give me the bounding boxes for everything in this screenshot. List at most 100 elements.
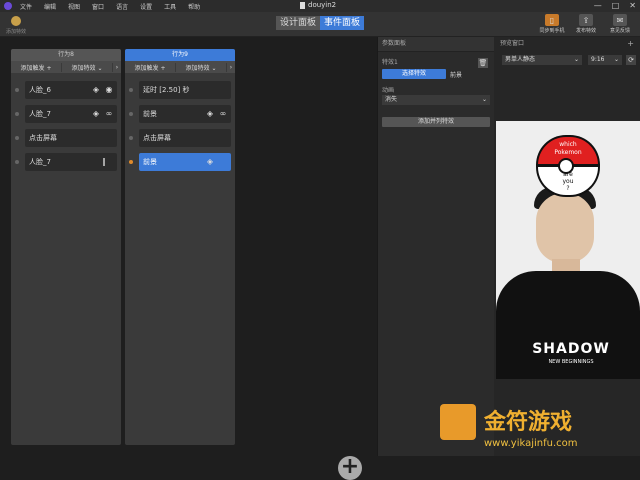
event-block[interactable]: 人脸_7 ◈ ∞	[15, 105, 117, 123]
connector-dot	[15, 160, 19, 164]
eye-icon[interactable]: ◈	[91, 109, 101, 119]
chosen-effect-value: 前景	[450, 72, 463, 79]
connector-dot	[15, 112, 19, 116]
event-block[interactable]: 人脸_6 ◈ ◉	[15, 81, 117, 99]
add-effect-dropdown[interactable]: 添加特效 ⌄	[176, 62, 227, 72]
connector-dot	[129, 136, 133, 140]
menu-help[interactable]: 帮助	[188, 2, 200, 11]
chevron-down-icon: ⌄	[481, 96, 487, 103]
menu-edit[interactable]: 编辑	[44, 2, 56, 11]
event-block[interactable]: 延时 [2.50] 秒	[129, 81, 231, 99]
publish-effect-button[interactable]: ⇪ 发布特效	[572, 14, 600, 34]
panel-tabs: 设计面板 事件面板	[276, 16, 365, 30]
pokeball-text: which	[559, 141, 577, 148]
watermark-logo-icon	[440, 404, 476, 440]
block-label: 延时 [2.50] 秒	[143, 86, 190, 94]
model-value: 男单人静态	[505, 56, 536, 63]
pokeball-text: you	[562, 178, 574, 185]
add-effect-button[interactable]: 添加特效	[6, 14, 26, 35]
event-canvas: 行为8 添加触发 + 添加特效 ⌄ › 人脸_6 ◈ ◉ 人脸_7 ◈ ∞ 点击…	[0, 37, 376, 480]
phone-icon: ▯	[545, 14, 559, 26]
connector-dot	[129, 160, 133, 164]
preview-image: SHADOW NEW BEGINNINGS which Pokemon are …	[496, 121, 640, 379]
add-behavior-button[interactable]: +	[338, 456, 362, 480]
preview-title: 预览窗口	[500, 40, 525, 47]
link-icon[interactable]: ∞	[104, 109, 114, 119]
parameter-panel-title: 参数面板	[378, 37, 494, 52]
chevron-down-icon: ⌄	[613, 56, 619, 63]
shirt-subtext: NEW BEGINNINGS	[548, 359, 594, 365]
sync-label: 同步到手机	[539, 28, 565, 34]
menu-bar: 文件 编辑 视图 窗口 语言 设置 工具 帮助 douyin2 — □ ✕	[0, 0, 640, 12]
minimize-button[interactable]: —	[594, 1, 602, 10]
sync-to-phone-button[interactable]: ▯ 同步到手机	[538, 14, 566, 34]
animation-value: 消失	[385, 96, 398, 103]
event-block[interactable]: 点击屏幕	[129, 129, 231, 147]
block-label: 点击屏幕	[29, 134, 57, 142]
feedback-button[interactable]: ✉ 意见反馈	[606, 14, 634, 34]
event-block[interactable]: 人脸_7 ‖	[15, 153, 117, 171]
animation-select[interactable]: 消失 ⌄	[382, 95, 490, 105]
add-trigger-button[interactable]: 添加触发 +	[125, 62, 176, 72]
column-header: 行为9	[125, 49, 235, 61]
shirt-text: SHADOW	[532, 341, 610, 357]
pokeball-text: Pokemon	[554, 149, 582, 156]
connector-dot	[15, 88, 19, 92]
eye-icon[interactable]: ◈	[91, 85, 101, 95]
connector-dot	[129, 88, 133, 92]
feedback-icon: ✉	[613, 14, 627, 26]
ratio-select[interactable]: 9:16 ⌄	[588, 55, 622, 65]
connector-dot	[129, 112, 133, 116]
add-parallel-effect-button[interactable]: 添加并列特效	[382, 117, 490, 127]
add-effect-dropdown[interactable]: 添加特效 ⌄	[62, 62, 113, 72]
effect-label: 特效1	[382, 59, 398, 66]
publish-label: 发布特效	[575, 28, 596, 34]
document-icon	[300, 1, 305, 9]
more-icon[interactable]: ›	[227, 64, 235, 71]
add-icon[interactable]: +	[627, 39, 634, 48]
block-label: 点击屏幕	[143, 134, 171, 142]
pause-icon[interactable]: ‖	[99, 157, 109, 167]
window-title-text: douyin2	[308, 1, 337, 9]
behavior-column-9[interactable]: 行为9 添加触发 + 添加特效 ⌄ › 延时 [2.50] 秒 前景 ◈ ∞ 点…	[125, 49, 235, 445]
add-trigger-button[interactable]: 添加触发 +	[11, 62, 62, 72]
target-icon[interactable]: ◉	[104, 85, 114, 95]
block-label: 前景	[143, 158, 157, 166]
close-button[interactable]: ✕	[629, 1, 636, 10]
toolbar: 添加特效 设计面板 事件面板 ▯ 同步到手机 ⇪ 发布特效 ✉ 意见反馈	[0, 12, 640, 37]
effect-icon	[11, 16, 21, 26]
trash-icon[interactable]: 🗑	[478, 58, 488, 68]
preview-panel: 预览窗口 + 男单人静态 ⌄ 9:16 ⌄ ⟳ SHADOW NEW BEGIN…	[494, 37, 640, 456]
link-icon[interactable]: ∞	[218, 109, 228, 119]
tab-design-panel[interactable]: 设计面板	[276, 16, 321, 30]
parameter-panel: 参数面板 特效1 🗑 选择特效 前景 动画 消失 ⌄ 添加并列特效	[377, 37, 494, 456]
block-label: 人脸_6	[29, 86, 51, 94]
animation-label: 动画	[382, 87, 395, 94]
maximize-button[interactable]: □	[612, 1, 620, 10]
more-icon[interactable]: ›	[113, 64, 121, 71]
menu-file[interactable]: 文件	[20, 2, 32, 11]
watermark: 金符游戏 www.yikajinfu.com	[432, 400, 640, 456]
refresh-icon[interactable]: ⟳	[626, 55, 636, 65]
eye-icon[interactable]: ◈	[205, 109, 215, 119]
event-block[interactable]: 前景 ◈ ∞	[129, 105, 231, 123]
event-block-selected[interactable]: 前景 ◈	[129, 153, 231, 171]
watermark-url: www.yikajinfu.com	[484, 438, 578, 449]
tab-event-panel[interactable]: 事件面板	[320, 16, 365, 30]
menu-settings[interactable]: 设置	[140, 2, 152, 11]
model-select[interactable]: 男单人静态 ⌄	[502, 55, 582, 65]
event-block[interactable]: 点击屏幕	[15, 129, 117, 147]
choose-effect-button[interactable]: 选择特效	[382, 69, 446, 79]
window-title: douyin2	[300, 1, 336, 9]
add-effect-label: 添加特效	[6, 29, 27, 35]
block-label: 人脸_7	[29, 158, 51, 166]
chevron-down-icon: ⌄	[573, 56, 579, 63]
pokeball-text: ?	[566, 185, 570, 192]
menu-view[interactable]: 视图	[68, 2, 80, 11]
behavior-column-8[interactable]: 行为8 添加触发 + 添加特效 ⌄ › 人脸_6 ◈ ◉ 人脸_7 ◈ ∞ 点击…	[11, 49, 121, 445]
menu-language[interactable]: 语言	[116, 2, 128, 11]
eye-icon[interactable]: ◈	[205, 157, 215, 167]
face	[536, 193, 594, 263]
menu-window[interactable]: 窗口	[92, 2, 104, 11]
menu-tools[interactable]: 工具	[164, 2, 176, 11]
